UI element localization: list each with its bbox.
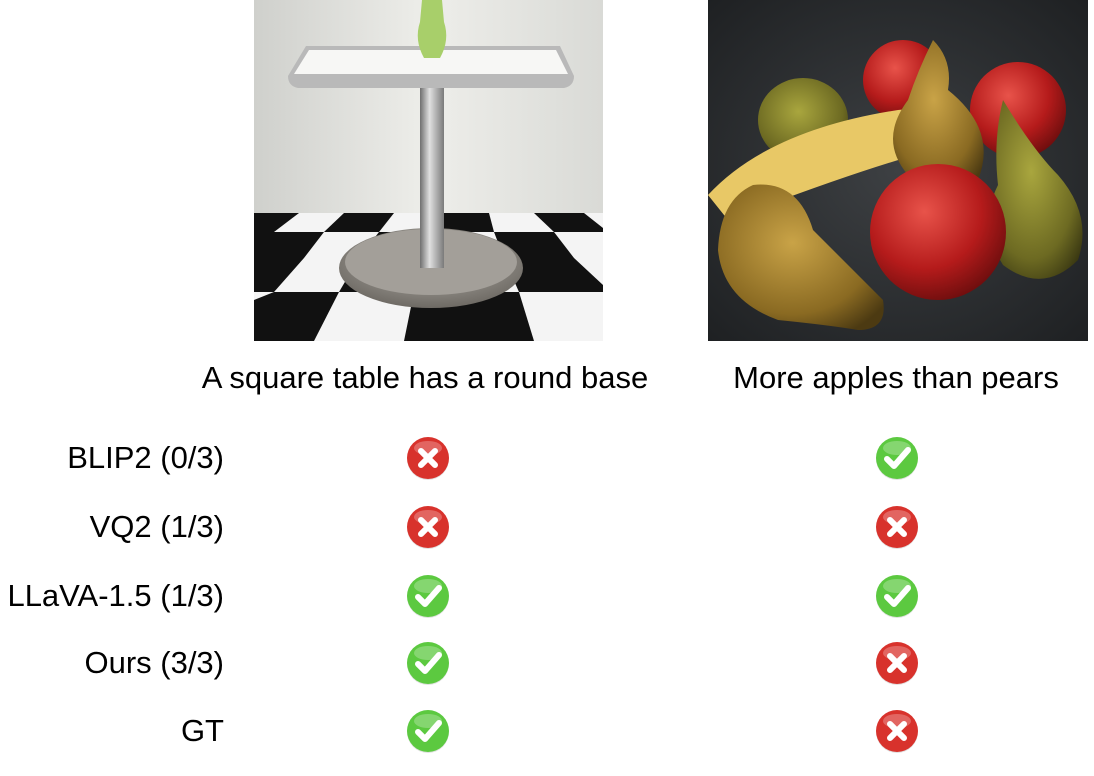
cross-icon: [874, 708, 920, 754]
cross-icon: [405, 435, 451, 481]
model-label: LLaVA-1.5 (1/3): [7, 578, 224, 613]
check-icon: [874, 573, 920, 619]
caption-fruit: More apples than pears: [733, 360, 1059, 395]
caption-table: A square table has a round base: [201, 360, 649, 395]
check-icon: [405, 708, 451, 754]
result-row: LLaVA-1.5 (1/3): [0, 571, 1094, 621]
check-icon: [405, 640, 451, 686]
model-label: BLIP2 (0/3): [67, 440, 224, 475]
model-label: VQ2 (1/3): [89, 509, 224, 544]
result-row: VQ2 (1/3): [0, 502, 1094, 552]
cross-icon: [874, 504, 920, 550]
check-icon: [874, 435, 920, 481]
table-photo: [254, 0, 603, 341]
fruit-photo: [708, 0, 1088, 341]
result-row: Ours (3/3): [0, 638, 1094, 688]
model-label: GT: [180, 713, 224, 748]
check-icon: [405, 573, 451, 619]
model-label: Ours (3/3): [84, 645, 224, 680]
result-row: GT: [0, 706, 1094, 756]
result-row: BLIP2 (0/3): [0, 433, 1094, 483]
cross-icon: [405, 504, 451, 550]
cross-icon: [874, 640, 920, 686]
